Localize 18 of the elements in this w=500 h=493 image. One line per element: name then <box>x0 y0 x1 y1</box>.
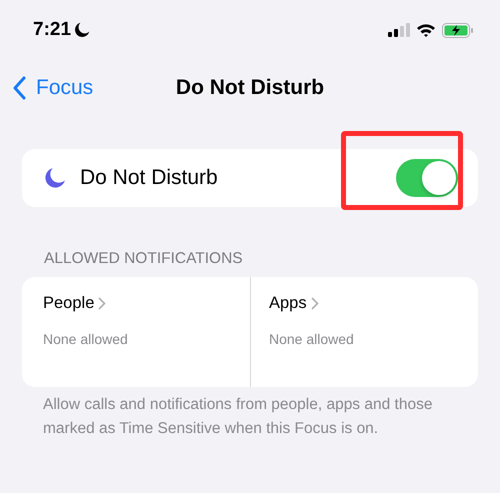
battery-icon <box>442 22 474 38</box>
page-title: Do Not Disturb <box>176 76 324 100</box>
category-status: None allowed <box>269 331 355 347</box>
chevron-right-icon <box>310 297 319 310</box>
category-status: None allowed <box>43 331 129 347</box>
status-time: 7:21 <box>33 19 72 41</box>
back-button[interactable]: Focus <box>12 76 94 100</box>
wifi-icon <box>416 23 436 37</box>
section-header: ALLOWED NOTIFICATIONS <box>44 250 244 268</box>
toggle-switch[interactable] <box>396 159 458 197</box>
chevron-right-icon <box>98 297 106 310</box>
category-link[interactable]: Apps <box>269 294 319 313</box>
section-footer: Allow calls and notifications from people, apps and those marked as Time Sensitive when this Focus is on. <box>43 393 460 441</box>
chevron-left-icon <box>12 76 26 100</box>
signal-icon <box>388 23 410 37</box>
category-link[interactable]: People <box>43 294 106 313</box>
focus-label: Do Not Disturb <box>80 166 219 190</box>
moon-icon <box>44 167 66 189</box>
